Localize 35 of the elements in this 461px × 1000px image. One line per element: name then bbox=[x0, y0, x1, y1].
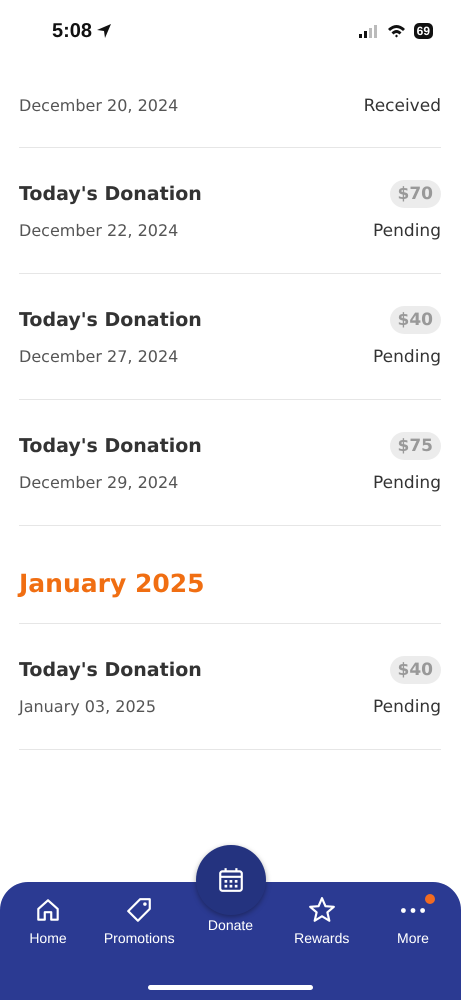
wifi-icon bbox=[386, 24, 406, 38]
donation-status: Pending bbox=[373, 346, 441, 368]
star-icon bbox=[308, 896, 336, 924]
donation-date: December 27, 2024 bbox=[19, 346, 178, 368]
donation-title: Today's Donation bbox=[19, 434, 202, 459]
battery-level: 69 bbox=[414, 23, 433, 39]
donation-date: January 03, 2025 bbox=[19, 696, 156, 718]
amount-pill: $40 bbox=[390, 656, 441, 684]
donation-status: Received bbox=[364, 95, 441, 117]
amount-pill: $75 bbox=[390, 432, 441, 460]
donation-status: Pending bbox=[373, 220, 441, 242]
location-arrow-icon bbox=[96, 23, 112, 39]
donation-status: Pending bbox=[373, 696, 441, 718]
calendar-icon bbox=[216, 866, 244, 894]
donation-title: Today's Donation bbox=[19, 182, 202, 207]
donation-title: Today's Donation bbox=[19, 308, 202, 333]
month-heading: January 2025 bbox=[19, 569, 205, 598]
signal-icon bbox=[358, 24, 379, 38]
notification-dot bbox=[425, 894, 435, 904]
tab-bar-item[interactable]: More bbox=[369, 882, 457, 956]
amount-pill: $40 bbox=[390, 306, 441, 334]
donation-date: December 29, 2024 bbox=[19, 472, 178, 494]
amount-pill: $70 bbox=[390, 180, 441, 208]
donation-status: Pending bbox=[373, 472, 441, 494]
tag-icon bbox=[125, 896, 154, 924]
tab-bar-item[interactable]: Home bbox=[4, 882, 92, 956]
tab-bar-item[interactable]: Rewards bbox=[278, 882, 366, 956]
home-indicator[interactable] bbox=[148, 985, 313, 990]
more-icon bbox=[401, 908, 425, 912]
home-icon bbox=[34, 896, 62, 924]
donation-date: December 22, 2024 bbox=[19, 220, 178, 242]
tab-bar-item[interactable]: Promotions bbox=[95, 882, 184, 956]
donation-title: Today's Donation bbox=[19, 658, 202, 683]
donation-date: December 20, 2024 bbox=[19, 95, 178, 117]
clock-time: 5:08 bbox=[52, 20, 92, 42]
